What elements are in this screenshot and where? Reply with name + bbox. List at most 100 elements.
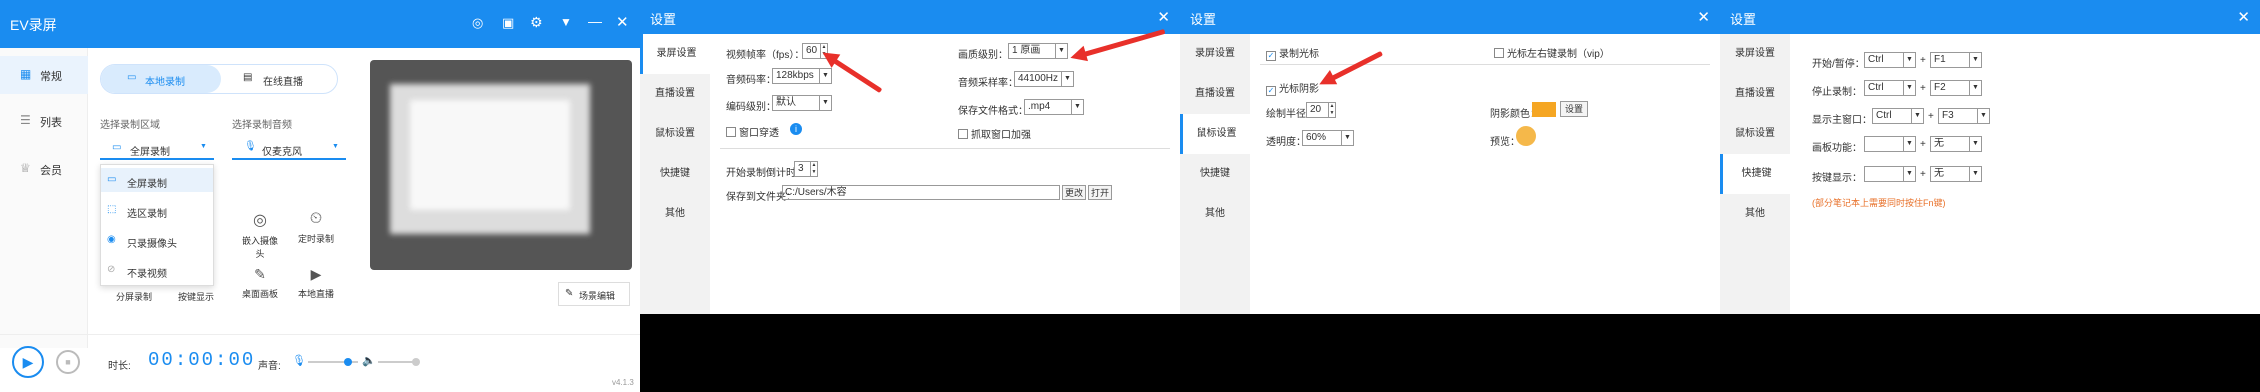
sidebar-item-hotkey[interactable]: 快捷键	[640, 154, 710, 194]
close-icon[interactable]: ✕	[2237, 8, 2250, 26]
sidebar-item-live[interactable]: 直播设置	[1180, 74, 1250, 114]
cursor-shadow-checkbox[interactable]: ✓ 光标阴影	[1266, 80, 1319, 96]
caret-down-icon: ▼	[1969, 81, 1981, 95]
sidebar-item-live[interactable]: 直播设置	[640, 74, 710, 114]
save-path-input[interactable]: C:/Users/木容	[782, 185, 1060, 200]
tool-key-display[interactable]: 按键显示	[178, 290, 214, 303]
spinner-arrows-icon[interactable]: ▲▼	[1328, 103, 1335, 117]
tool-local-live[interactable]: ▶ 本地直播	[296, 266, 336, 300]
cursor-lr-checkbox[interactable]: 光标左右键录制（vip）	[1494, 45, 1610, 60]
sidebar-item-other[interactable]: 其他	[1720, 194, 1790, 234]
key-select[interactable]: F3 ▼	[1938, 108, 1990, 124]
shadow-color-swatch[interactable]	[1532, 102, 1556, 117]
key-select[interactable]: 无 ▼	[1930, 166, 1982, 182]
window-pass-checkbox[interactable]: 窗口穿透 i	[726, 123, 802, 139]
area-option[interactable]: ◉ 只录摄像头	[101, 228, 213, 252]
checkbox-box[interactable]	[958, 129, 968, 139]
spinner-arrows-icon[interactable]: ▲▼	[810, 162, 817, 176]
slider-handle[interactable]	[344, 358, 352, 366]
info-icon[interactable]: i	[790, 123, 802, 135]
area-option[interactable]: ⬚ 选区录制	[101, 198, 213, 222]
modifier-select[interactable]: ▼	[1864, 136, 1916, 152]
key-value: F2	[1934, 82, 1946, 93]
sidebar-item-live[interactable]: 直播设置	[1720, 74, 1790, 114]
tool-embed-camera[interactable]: ◎ 嵌入摄像头	[240, 210, 280, 260]
checkbox-box[interactable]	[726, 127, 736, 137]
audio-select[interactable]: 🎙 仅麦克风 ▼	[232, 136, 346, 160]
sidebar-item-hotkey[interactable]: 快捷键	[1720, 154, 1790, 194]
checkbox-box[interactable]: ✓	[1266, 86, 1276, 96]
sidebar-item-other[interactable]: 其他	[640, 194, 710, 234]
audio-bitrate-select[interactable]: 128kbps ▼	[772, 68, 832, 84]
sidebar-item-mouse[interactable]: 鼠标设置	[1720, 114, 1790, 154]
checkbox-box[interactable]	[1494, 48, 1504, 58]
record-cursor-checkbox[interactable]: ✓ 录制光标	[1266, 45, 1319, 61]
area-option[interactable]: ▭ 全屏录制	[101, 168, 213, 192]
area-option-label: 只录摄像头	[127, 239, 177, 250]
monitor-icon: ▭	[112, 142, 122, 153]
nav-item-general[interactable]: ▦ 常规	[0, 56, 88, 94]
divider	[1260, 64, 1710, 65]
color-setting-button[interactable]: 设置	[1560, 101, 1588, 117]
opacity-select[interactable]: 60% ▼	[1302, 130, 1354, 146]
caret-down-icon: ▼	[1903, 81, 1915, 95]
encoding-select[interactable]: 默认 ▼	[772, 95, 832, 111]
quality-select[interactable]: 1 原画 ▼	[1008, 43, 1068, 59]
modifier-select[interactable]: ▼	[1864, 166, 1916, 182]
close-icon[interactable]: ✕	[1157, 8, 1170, 26]
scene-edit-button[interactable]: ✎ 场景编辑	[558, 282, 630, 306]
sidebar-item-record[interactable]: 录屏设置	[1180, 34, 1250, 74]
microphone-icon[interactable]: 🎙	[292, 354, 306, 367]
sidebar-item-hotkey[interactable]: 快捷键	[1180, 154, 1250, 194]
mic-volume-slider[interactable]	[308, 358, 358, 366]
countdown-spinner[interactable]: 3 ▲ ▼	[794, 161, 818, 177]
format-select[interactable]: .mp4 ▼	[1024, 99, 1084, 115]
opacity-value: 60%	[1306, 132, 1327, 143]
slider-handle[interactable]	[412, 358, 420, 366]
speaker-volume-slider[interactable]	[378, 358, 420, 366]
key-select[interactable]: 无 ▼	[1930, 136, 1982, 152]
tool-board[interactable]: ✎ 桌面画板	[240, 266, 280, 300]
tool-timer[interactable]: ⏲ 定时录制	[296, 210, 336, 245]
key-select[interactable]: F1 ▼	[1930, 52, 1982, 68]
encoding-label: 编码级别：	[726, 102, 776, 113]
change-button[interactable]: 更改	[1062, 185, 1086, 200]
file-icon[interactable]: ▣	[502, 15, 514, 31]
modifier-select[interactable]: Ctrl ▼	[1864, 80, 1916, 96]
settings-sidebar: 录屏设置 直播设置 鼠标设置 快捷键 其他	[1720, 34, 1790, 314]
key-select[interactable]: F2 ▼	[1930, 80, 1982, 96]
radius-spinner[interactable]: 20 ▲ ▼	[1306, 102, 1336, 118]
checkbox-box[interactable]: ✓	[1266, 51, 1276, 61]
dropdown-icon[interactable]: ▼	[560, 15, 572, 29]
audio-bitrate-value: 128kbps	[776, 70, 814, 81]
minimize-icon[interactable]: —	[588, 13, 602, 29]
modifier-select[interactable]: Ctrl ▼	[1872, 108, 1924, 124]
area-option[interactable]: ⊘ 不录视频	[101, 258, 213, 282]
stop-button[interactable]: ■	[56, 350, 80, 374]
audio-sample-select[interactable]: 44100Hz ▼	[1014, 71, 1074, 87]
close-icon[interactable]: ✕	[1697, 8, 1710, 26]
tool-label: 定时录制	[297, 234, 334, 244]
close-icon[interactable]: ✕	[616, 13, 629, 31]
hotkey-label: 停止录制：	[1812, 87, 1862, 98]
tab-live[interactable]: ▤ 在线直播	[223, 65, 337, 93]
sidebar-item-record[interactable]: 录屏设置	[640, 34, 710, 74]
nav-item-list[interactable]: ☰ 列表	[0, 102, 88, 140]
nav-label: 常规	[40, 71, 62, 83]
tab-local[interactable]: ▭ 本地录制	[101, 65, 221, 93]
modifier-select[interactable]: Ctrl ▼	[1864, 52, 1916, 68]
area-select[interactable]: ▭ 全屏录制 ▼	[100, 136, 214, 160]
tool-split[interactable]: 分屏录制	[116, 290, 152, 303]
nav-item-vip[interactable]: ♕ 会员	[0, 150, 88, 188]
caret-down-icon: ▼	[1969, 167, 1981, 181]
sidebar-item-other[interactable]: 其他	[1180, 194, 1250, 234]
speaker-icon[interactable]: 🔈	[362, 354, 376, 367]
capture-boost-checkbox[interactable]: 抓取窗口加强	[958, 126, 1031, 141]
sidebar-item-mouse[interactable]: 鼠标设置	[640, 114, 710, 154]
open-button[interactable]: 打开	[1088, 185, 1112, 200]
gear-icon[interactable]: ⚙	[530, 14, 543, 31]
sidebar-item-mouse[interactable]: 鼠标设置	[1180, 114, 1250, 154]
sidebar-item-record[interactable]: 录屏设置	[1720, 34, 1790, 74]
user-icon[interactable]: ◎	[472, 15, 483, 31]
record-button[interactable]: ▶	[12, 346, 44, 378]
